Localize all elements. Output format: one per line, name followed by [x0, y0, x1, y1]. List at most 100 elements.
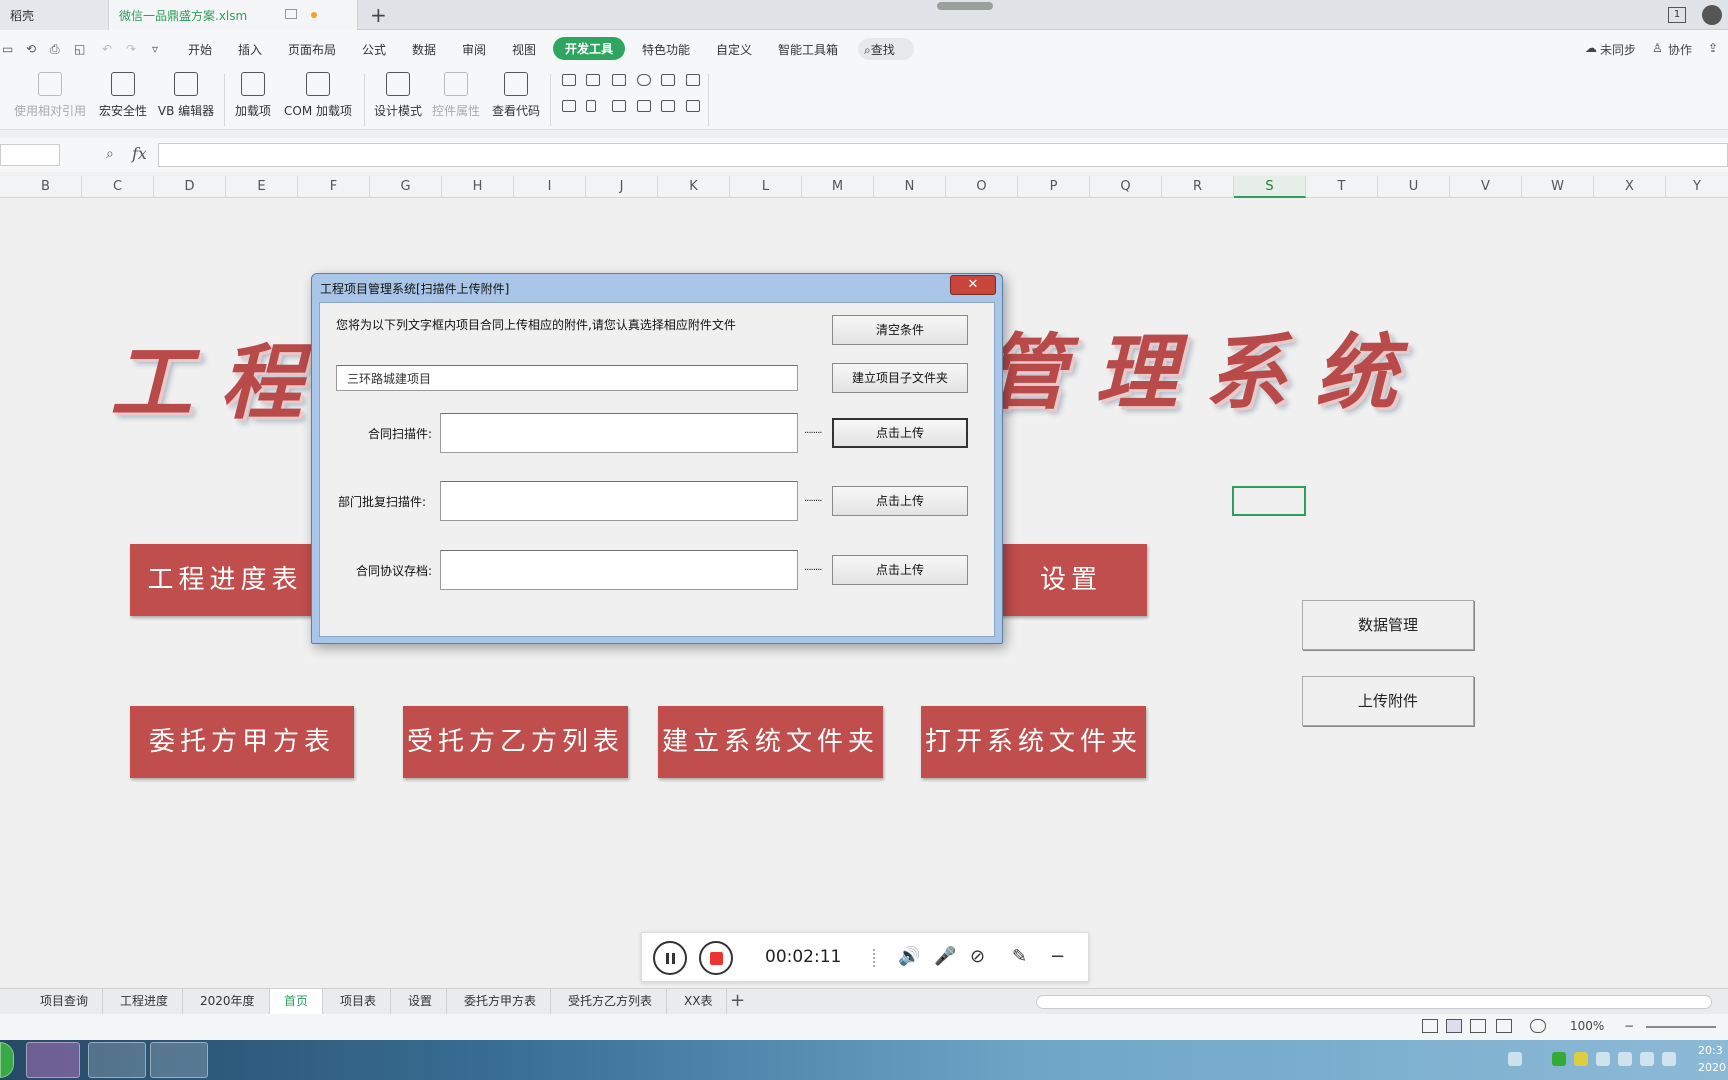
- minimize-icon[interactable]: −: [1050, 946, 1065, 967]
- menu-review[interactable]: 审阅: [462, 41, 486, 58]
- client-party-a-button[interactable]: 委托方甲方表: [130, 706, 354, 778]
- export-icon[interactable]: ⟲: [26, 42, 36, 56]
- zoom-out-icon[interactable]: −: [1624, 1019, 1634, 1033]
- fx-icon[interactable]: fx: [132, 144, 147, 163]
- sheet-tab[interactable]: XX表: [670, 989, 728, 1014]
- column-header[interactable]: Y: [1666, 176, 1728, 198]
- taskbar-app-wps[interactable]: [88, 1042, 146, 1078]
- zoom-level[interactable]: 100%: [1570, 1019, 1604, 1033]
- sheet-tab[interactable]: 2020年度: [186, 989, 270, 1014]
- dialog-close-button[interactable]: ✕: [950, 275, 996, 295]
- start-icon[interactable]: [0, 1042, 14, 1078]
- upload-contract-archive-button[interactable]: 点击上传: [832, 555, 968, 585]
- control-props-button[interactable]: 控件属性: [430, 68, 482, 119]
- progress-table-button[interactable]: 工程进度表: [130, 544, 320, 616]
- settings-button[interactable]: 设置: [995, 544, 1147, 616]
- checkbox-control-icon[interactable]: [562, 74, 576, 86]
- drag-grip-icon[interactable]: [873, 949, 877, 967]
- sheet-tab[interactable]: 设置: [394, 989, 448, 1014]
- window-count-badge[interactable]: 1: [1668, 7, 1686, 23]
- column-header-selected[interactable]: S: [1234, 176, 1306, 198]
- macro-security-button[interactable]: 宏安全性: [96, 68, 150, 119]
- speaker-icon[interactable]: 🔊: [898, 946, 920, 967]
- image-label-control-icon[interactable]: [637, 100, 651, 112]
- addins-button[interactable]: 加载项: [232, 68, 274, 119]
- listbox-control-icon[interactable]: [586, 74, 600, 86]
- view-code-button[interactable]: 查看代码: [490, 68, 542, 119]
- formula-input[interactable]: [158, 143, 1728, 167]
- menu-developer[interactable]: 开发工具: [553, 37, 626, 60]
- spin-control-icon[interactable]: [586, 100, 596, 112]
- pause-icon[interactable]: [653, 941, 687, 975]
- collab-button[interactable]: 协作: [1668, 41, 1692, 58]
- column-header[interactable]: G: [370, 176, 442, 198]
- tray-shield-icon[interactable]: [1552, 1052, 1566, 1066]
- save-icon[interactable]: ▭: [2, 42, 13, 56]
- search-button[interactable]: ⌕查找: [858, 38, 914, 60]
- contract-archive-field[interactable]: [440, 550, 798, 590]
- tab-daoke[interactable]: 稻壳: [0, 0, 108, 30]
- zoom-slider[interactable]: [1646, 1026, 1716, 1028]
- tray-keyboard-icon[interactable]: [1508, 1052, 1522, 1066]
- column-header[interactable]: Q: [1090, 176, 1162, 198]
- menu-data[interactable]: 数据: [412, 41, 436, 58]
- sheet-tab[interactable]: 受托方乙方列表: [554, 989, 668, 1014]
- column-header[interactable]: H: [442, 176, 514, 198]
- com-addins-button[interactable]: COM 加载项: [280, 68, 356, 119]
- label-control-icon[interactable]: [661, 74, 675, 86]
- name-box[interactable]: [0, 144, 60, 166]
- open-system-folder-button[interactable]: 打开系统文件夹: [921, 706, 1146, 778]
- microphone-icon[interactable]: 🎤: [934, 946, 956, 967]
- menu-custom[interactable]: 自定义: [716, 41, 752, 58]
- tray-volume-icon[interactable]: [1662, 1052, 1676, 1066]
- taskbar-clock[interactable]: 20:3 2020: [1698, 1042, 1728, 1076]
- contractor-party-b-button[interactable]: 受托方乙方列表: [403, 706, 628, 778]
- camera-off-icon[interactable]: ⊘: [970, 946, 985, 967]
- sheet-tab[interactable]: 工程进度: [106, 989, 184, 1014]
- create-subfolder-button[interactable]: 建立项目子文件夹: [832, 363, 968, 393]
- add-sheet-icon[interactable]: +: [730, 990, 745, 1011]
- image-control-icon[interactable]: [661, 100, 675, 112]
- column-header[interactable]: J: [586, 176, 658, 198]
- recorder-handle[interactable]: [937, 2, 993, 10]
- project-name-field[interactable]: 三环路城建项目: [336, 365, 798, 391]
- column-header[interactable]: K: [658, 176, 730, 198]
- data-management-button[interactable]: 数据管理: [1302, 600, 1474, 650]
- tray-security-icon[interactable]: [1574, 1052, 1588, 1066]
- menu-page-layout[interactable]: 页面布局: [288, 41, 336, 58]
- horizontal-scrollbar[interactable]: [1036, 995, 1712, 1009]
- contract-scan-field[interactable]: [440, 413, 798, 453]
- column-header[interactable]: E: [226, 176, 298, 198]
- menu-home[interactable]: 开始: [188, 41, 212, 58]
- page-break-icon[interactable]: [1496, 1019, 1512, 1033]
- new-tab-button[interactable]: +: [370, 3, 387, 27]
- relative-ref-button[interactable]: 使用相对引用: [10, 68, 90, 119]
- normal-view-icon[interactable]: [1446, 1019, 1462, 1033]
- sheet-tab[interactable]: 项目表: [326, 989, 392, 1014]
- column-header[interactable]: V: [1450, 176, 1522, 198]
- menu-formulas[interactable]: 公式: [362, 41, 386, 58]
- upload-dept-approval-button[interactable]: 点击上传: [832, 486, 968, 516]
- sync-status[interactable]: 未同步: [1600, 41, 1636, 58]
- design-mode-button[interactable]: 设计模式: [372, 68, 424, 119]
- upload-attachment-button[interactable]: 上传附件: [1302, 676, 1474, 726]
- share-icon[interactable]: ⇪: [1708, 41, 1718, 55]
- sheet-tab[interactable]: 委托方甲方表: [450, 989, 552, 1014]
- eye-protect-icon[interactable]: [1530, 1019, 1546, 1033]
- column-header[interactable]: T: [1306, 176, 1378, 198]
- tray-display-icon[interactable]: [1640, 1052, 1654, 1066]
- page-layout-icon[interactable]: [1470, 1019, 1486, 1033]
- stop-icon[interactable]: [699, 941, 733, 975]
- column-header[interactable]: M: [802, 176, 874, 198]
- column-header[interactable]: U: [1378, 176, 1450, 198]
- menu-smart-tools[interactable]: 智能工具箱: [778, 41, 838, 58]
- column-header[interactable]: L: [730, 176, 802, 198]
- print-icon[interactable]: ⎙: [50, 42, 60, 57]
- create-system-folder-button[interactable]: 建立系统文件夹: [658, 706, 883, 778]
- column-header[interactable]: R: [1162, 176, 1234, 198]
- scrollbar-control-icon[interactable]: [562, 100, 576, 112]
- zoom-formula-icon[interactable]: ⌕: [106, 146, 114, 162]
- clear-conditions-button[interactable]: 清空条件: [832, 315, 968, 345]
- settings-icon[interactable]: [1702, 5, 1722, 25]
- redo-icon[interactable]: ↷: [126, 42, 136, 56]
